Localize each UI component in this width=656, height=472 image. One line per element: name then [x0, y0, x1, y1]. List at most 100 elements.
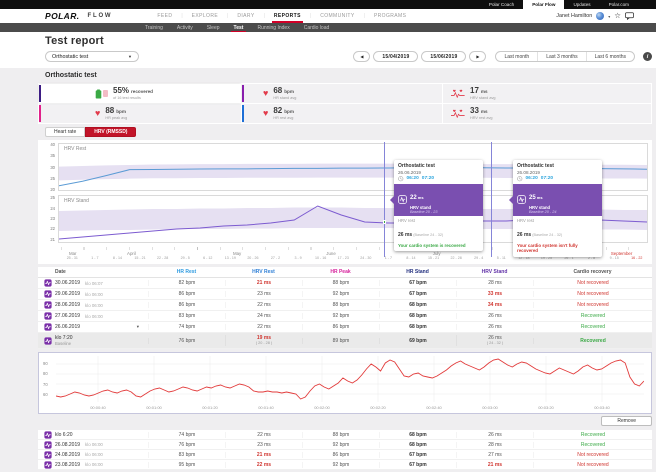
remove-button[interactable]: Remove — [601, 416, 652, 426]
orthostatic-test-icon — [44, 279, 52, 287]
y-tick-label: 90 — [43, 362, 48, 366]
nav-item-diary[interactable]: DIARY — [228, 9, 263, 23]
polar-logo[interactable]: POLAR. — [45, 11, 80, 21]
hrv-stand-value: 25 — [529, 195, 536, 201]
row-time: klo 06:00 — [85, 452, 103, 457]
heart-icon: ♥ — [95, 109, 100, 118]
stat-color-bar — [242, 85, 244, 102]
test-time-link[interactable]: 06:20 — [526, 176, 538, 181]
date-from-button[interactable]: 15/04/2019 — [373, 51, 418, 62]
range-button-last-3-months[interactable]: Last 3 months — [537, 52, 585, 61]
column-header-hrv-stand[interactable]: HRV Stand — [456, 269, 533, 275]
test-row-30-06-2019[interactable]: 30.06.2019klo 06:0782 bpm21 ms88 bpm67 b… — [38, 278, 652, 289]
topbar-link-updates[interactable]: Updates — [564, 0, 599, 9]
column-header-cardio-recovery[interactable]: Cardio recovery — [533, 269, 652, 275]
test-type-select[interactable]: Orthostatic test ▼ — [45, 51, 139, 62]
month-label-mar: Mar — [69, 251, 77, 256]
value-cell: 67 bpm — [379, 462, 456, 468]
test-time-link[interactable]: 07:20 — [422, 176, 434, 181]
y-tick-label: 20 — [50, 188, 55, 192]
value-cell: 74 bpm — [148, 432, 225, 438]
x-axis: 00:00:4000:01:0000:01:2000:01:4000:02:00… — [56, 405, 644, 411]
subnav-item-test[interactable]: Test — [227, 23, 251, 32]
nav-item-feed[interactable]: FEED — [148, 9, 181, 23]
test-row-23-08-2019[interactable]: 23.08.2019klo 06:0095 bpm22 ms92 bpm67 b… — [38, 460, 652, 470]
column-header-hr-rest[interactable]: HR Rest — [148, 269, 225, 275]
column-header-hr-stand[interactable]: HR Stand — [379, 269, 456, 275]
value-cell: Recovered — [533, 432, 652, 438]
date-cell: 28.06.2019klo 06:00 — [38, 301, 148, 309]
hrv-rest-baseline: (Baseline 24 - 32) — [531, 233, 562, 237]
test-time-link[interactable]: 07:20 — [541, 176, 553, 181]
test-tooltip-1: Orthostatic test26.06.201906:2007:2022 m… — [394, 160, 483, 251]
subnav-item-activity[interactable]: Activity — [170, 23, 200, 32]
subnav-item-training[interactable]: Training — [138, 23, 170, 32]
week-label: 3 - 9 — [287, 256, 310, 262]
week-label: 8 - 14 — [106, 256, 129, 262]
value-cell: 21 ms — [225, 280, 302, 286]
test-row-27-06-2019[interactable]: 27.06.2019klo 06:0083 bpm24 ms92 bpm68 b… — [38, 311, 652, 322]
subnav-item-sleep[interactable]: Sleep — [200, 23, 227, 32]
test-row-26-06-2019[interactable]: 26.06.2019▾74 bpm22 ms86 bpm68 bpm26 msR… — [38, 322, 652, 333]
stat-value: 82 — [273, 107, 282, 115]
row-date: 24.08.2019 — [55, 452, 80, 458]
nav-item-community[interactable]: COMMUNITY — [311, 9, 363, 23]
avatar[interactable] — [596, 12, 604, 20]
week-label: 16 - 22 — [625, 256, 648, 262]
test-row-26-08-2019[interactable]: 26.08.2019klo 06:0076 bpm23 ms92 bpm68 b… — [38, 440, 652, 450]
prev-period-button[interactable]: ◀ — [353, 51, 370, 62]
value-cell: 92 bpm — [302, 462, 379, 468]
column-header-hr-peak[interactable]: HR Peak — [302, 269, 379, 275]
row-date: klo 6:20 — [55, 432, 73, 438]
select-caret-icon: ▼ — [128, 54, 132, 59]
chevron-down-icon[interactable]: ▾ — [608, 14, 610, 19]
week-label: 22 - 28 — [445, 256, 468, 262]
test-row-klo-6-20[interactable]: klo 6:2074 bpm22 ms88 bpm68 bpm26 msReco… — [38, 430, 652, 440]
row-date: 26.06.2019 — [55, 324, 80, 330]
column-header-hrv-rest[interactable]: HRV Rest — [225, 269, 302, 275]
stat-unit: ms — [481, 90, 488, 95]
next-period-button[interactable]: ▶ — [469, 51, 486, 62]
nav-item-programs[interactable]: PROGRAMS — [365, 9, 415, 23]
collapse-caret-icon[interactable]: ▾ — [137, 324, 139, 330]
test-row-24-08-2019[interactable]: 24.08.2019klo 06:0083 bpm21 ms86 bpm67 b… — [38, 450, 652, 460]
topbar-link-polar-coach[interactable]: Polar Coach — [480, 0, 523, 9]
date-to-button[interactable]: 15/06/2019 — [421, 51, 466, 62]
test-row-28-06-2019[interactable]: 28.06.2019klo 06:0086 bpm22 ms88 bpm68 b… — [38, 300, 652, 311]
test-time-link[interactable]: 06:20 — [407, 176, 419, 181]
stat-value: 33 — [470, 107, 479, 115]
stat-value: 55% — [113, 87, 129, 95]
info-icon[interactable]: i — [643, 52, 652, 61]
baseline-range: ( 20 - 28 ) — [226, 341, 302, 346]
heart-icon: ♥ — [263, 89, 268, 98]
week-label: 24 - 30 — [355, 256, 378, 262]
chart-mode-toggles: Heart rateHRV (RMSSD) — [45, 127, 652, 137]
toggle-heart-rate[interactable]: Heart rate — [45, 127, 85, 137]
subnav-item-cardio-load[interactable]: Cardio load — [297, 23, 337, 32]
favorites-star-icon[interactable]: ☆ — [614, 12, 621, 20]
toggle-hrv-rmssd[interactable]: HRV (RMSSD) — [85, 127, 136, 137]
value-cell: Not recovered — [533, 302, 652, 308]
date-cell: 30.06.2019klo 06:07 — [38, 279, 148, 287]
nav-item-reports[interactable]: REPORTS — [265, 9, 310, 23]
value-cell: Not recovered — [533, 280, 652, 286]
value-cell: 21 ms — [456, 462, 533, 468]
range-button-last-month[interactable]: Last month — [496, 52, 537, 61]
value-cell: 67 bpm — [379, 452, 456, 458]
range-button-last-6-months[interactable]: Last 6 months — [586, 52, 634, 61]
value-cell: 23 ms — [225, 291, 302, 297]
nav-item-explore[interactable]: EXPLORE — [183, 9, 227, 23]
subnav-item-running-index[interactable]: Running Index — [250, 23, 296, 32]
topbar-link-polar-com[interactable]: Polar.com — [600, 0, 638, 9]
column-header-date[interactable]: Date — [38, 269, 148, 275]
user-name[interactable]: Janet Hamilton — [556, 13, 592, 19]
value-cell: 67 bpm — [379, 291, 456, 297]
week-label: 15 - 21 — [129, 256, 152, 262]
topbar-link-polar-flow[interactable]: Polar Flow — [523, 0, 564, 9]
hrv-stand-band: 25 msHRV standBaseline 20 - 24 — [513, 184, 602, 216]
value-cell: 92 bpm — [302, 291, 379, 297]
hrv-rest-value: 26 ms — [398, 232, 412, 238]
test-row-29-06-2019[interactable]: 29.06.2019klo 06:0086 bpm23 ms92 bpm67 b… — [38, 289, 652, 300]
test-row-klo-7-20[interactable]: klo 7:20Baseline76 bpm19 ms( 20 - 28 )89… — [38, 333, 652, 349]
feedback-bubble-icon[interactable] — [625, 12, 634, 20]
